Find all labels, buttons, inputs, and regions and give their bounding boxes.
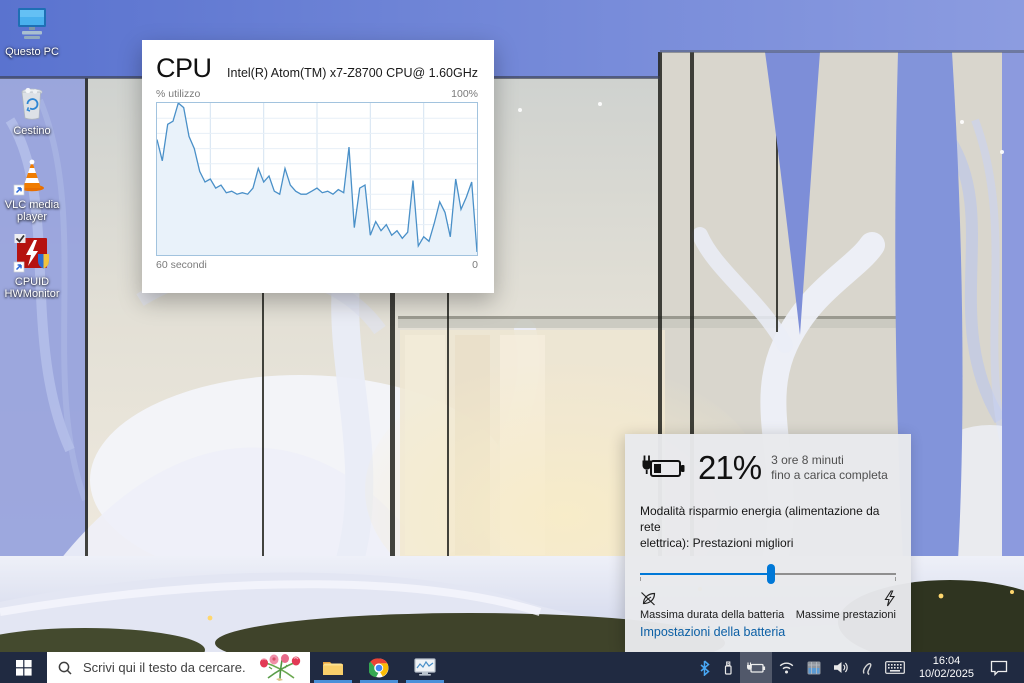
- clock-date: 10/02/2025: [919, 668, 974, 681]
- cpu-performance-window: CPU Intel(R) Atom(TM) x7-Z8700 CPU@ 1.60…: [142, 40, 494, 293]
- taskbar-chrome-button[interactable]: [356, 652, 402, 683]
- battery-eta: 3 ore 8 minuti fino a carica completa: [771, 453, 888, 483]
- clock-time: 16:04: [933, 655, 961, 668]
- battery-charging-icon: [640, 454, 688, 482]
- slider-tick-right: [895, 577, 896, 581]
- desktop-icon-label: Questo PC: [5, 46, 59, 58]
- battery-flyout: 21% 3 ore 8 minuti fino a carica complet…: [625, 434, 911, 652]
- slider-thumb[interactable]: [767, 564, 775, 584]
- system-tray: 16:04 10/02/2025: [693, 652, 1024, 683]
- cpu-usage-chart: [156, 102, 478, 256]
- battery-tray-icon[interactable]: [740, 652, 772, 683]
- wifi-icon[interactable]: [772, 652, 801, 683]
- desktop-icon-vlc[interactable]: VLC media player: [0, 158, 64, 223]
- battery-eta-line1: 3 ore 8 minuti: [771, 453, 888, 468]
- desktop-icon-label: Cestino: [13, 125, 50, 137]
- taskbar-task-manager-button[interactable]: [402, 652, 448, 683]
- windows-logo-icon: [16, 660, 32, 676]
- cpu-axis-0-label: 0: [472, 259, 478, 271]
- vlc-icon: [13, 158, 51, 196]
- taskbar-search-box[interactable]: [47, 652, 310, 683]
- slider-right-label: Massime prestazioni: [796, 609, 896, 621]
- desktop-icon-label: VLC media player: [0, 199, 64, 223]
- notification-icon: [990, 660, 1008, 676]
- desktop-icon-hwmonitor[interactable]: CPUID HWMonitor: [0, 235, 64, 300]
- taskbar-clock[interactable]: 16:04 10/02/2025: [911, 655, 982, 681]
- slider-fill: [640, 573, 771, 575]
- task-manager-icon: [414, 658, 436, 677]
- battery-percent: 21%: [698, 449, 761, 487]
- cpu-model-subtitle: Intel(R) Atom(TM) x7-Z8700 CPU@ 1.60GHz: [227, 66, 478, 80]
- battery-settings-link[interactable]: Impostazioni della batteria: [640, 625, 785, 639]
- cpu-axis-60s-label: 60 secondi: [156, 259, 207, 271]
- usb-device-icon[interactable]: [716, 652, 740, 683]
- search-icon: [58, 661, 72, 675]
- windows-desktop: Questo PC Cestino: [0, 0, 1024, 683]
- slider-left-label: Massima durata della batteria: [640, 609, 784, 621]
- cpu-axis-utilization-label: % utilizzo: [156, 88, 200, 100]
- cpu-axis-max-label: 100%: [451, 88, 478, 100]
- pen-tray-icon[interactable]: [855, 652, 879, 683]
- taskbar-file-explorer-button[interactable]: [310, 652, 356, 683]
- bluetooth-icon[interactable]: [693, 652, 716, 683]
- action-center-button[interactable]: [982, 660, 1018, 676]
- desktop-icon-recycle-bin[interactable]: Cestino: [0, 84, 64, 137]
- cpu-window-title: CPU: [156, 53, 212, 84]
- power-mode-slider[interactable]: [640, 564, 896, 584]
- search-input[interactable]: [81, 659, 254, 676]
- performance-bolt-icon: [883, 590, 896, 607]
- this-pc-icon: [13, 5, 51, 43]
- battery-saver-leaf-icon: [640, 590, 657, 607]
- start-button[interactable]: [0, 652, 47, 683]
- graphics-app-tray-icon[interactable]: [801, 652, 827, 683]
- cpu-chart-svg: [157, 103, 477, 255]
- slider-tick-left: [640, 577, 641, 581]
- volume-icon[interactable]: [827, 652, 855, 683]
- chrome-icon: [369, 658, 389, 678]
- taskbar: 16:04 10/02/2025: [0, 652, 1024, 683]
- desktop-icon-label: CPUID HWMonitor: [0, 276, 64, 300]
- file-explorer-icon: [322, 659, 344, 677]
- hwmonitor-icon: [13, 235, 51, 273]
- recycle-bin-icon: [16, 84, 48, 122]
- touch-keyboard-icon[interactable]: [879, 652, 911, 683]
- desktop-icon-this-pc[interactable]: Questo PC: [0, 5, 64, 58]
- search-highlight-flowers-icon[interactable]: [254, 654, 306, 681]
- power-mode-text: Modalità risparmio energia (alimentazion…: [640, 503, 896, 551]
- battery-eta-line2: fino a carica completa: [771, 468, 888, 483]
